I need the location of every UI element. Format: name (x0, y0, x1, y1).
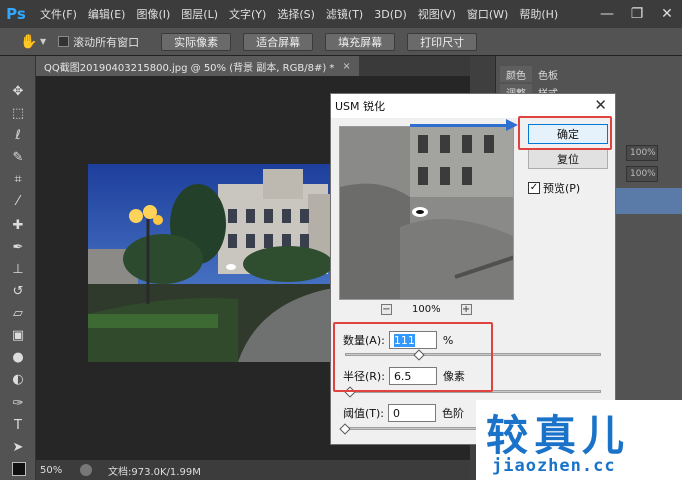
print-size-button[interactable]: 打印尺寸 (407, 32, 478, 51)
fit-screen-button[interactable]: 适合屏幕 (243, 32, 314, 51)
panel-tab-color[interactable]: 颜色 (500, 66, 532, 82)
threshold-unit: 色阶 (442, 407, 465, 420)
hand-icon[interactable]: ✋ (20, 34, 38, 50)
brush-tool-icon[interactable]: ✒ (8, 238, 28, 256)
close-icon[interactable]: × (342, 61, 350, 72)
menu-3d[interactable]: 3D(D) (374, 8, 407, 21)
fill-field[interactable]: 100% (626, 166, 658, 182)
preview-checkbox-row[interactable]: ✓ 预览(P) (528, 180, 580, 196)
threshold-row: 阈值(T): 0 色阶 (343, 404, 464, 422)
clone-stamp-tool-icon[interactable]: ⊥ (8, 260, 28, 278)
lasso-tool-icon[interactable]: ℓ (8, 126, 28, 144)
quick-select-tool-icon[interactable]: ✎ (8, 148, 28, 166)
document-tab-title: QQ截图20190403215800.jpg @ 50% (背景 副本, RGB… (44, 62, 335, 74)
filter-preview[interactable] (339, 126, 514, 300)
opacity-field[interactable]: 100% (626, 145, 658, 161)
menu-help[interactable]: 帮助(H) (519, 6, 558, 22)
preview-zoom-level: 100% (412, 304, 441, 315)
arrow-head-icon (506, 119, 518, 131)
marquee-tool-icon[interactable]: ⬚ (8, 104, 28, 122)
restore-button[interactable]: ❐ (622, 0, 652, 28)
menu-image[interactable]: 图像(I) (136, 6, 170, 22)
window-controls: — ❐ ✕ (592, 0, 682, 28)
zoom-level[interactable]: 50% (40, 465, 80, 476)
zoom-out-button[interactable]: − (381, 304, 392, 315)
annotation-arrow (410, 124, 510, 127)
preview-zoom-controls: − 100% + (381, 304, 472, 315)
healing-brush-tool-icon[interactable]: ✚ (8, 216, 28, 234)
zoom-in-button[interactable]: + (460, 304, 472, 315)
minimize-button[interactable]: — (592, 0, 622, 28)
photoshop-logo: Ps (6, 5, 26, 23)
status-info-icon[interactable] (80, 464, 92, 476)
dialog-title-bar: USM 锐化 ✕ (331, 94, 615, 118)
document-tab-bar: QQ截图20190403215800.jpg @ 50% (背景 副本, RGB… (36, 56, 470, 76)
history-brush-tool-icon[interactable]: ↺ (8, 282, 28, 300)
threshold-slider-thumb[interactable] (339, 423, 351, 435)
scroll-all-windows-checkbox[interactable] (58, 36, 70, 47)
ok-highlight-box (518, 116, 612, 150)
options-bar: ✋ ▼ 滚动所有窗口 实际像素 适合屏幕 填充屏幕 打印尺寸 (0, 28, 682, 56)
menu-file[interactable]: 文件(F) (40, 6, 77, 22)
reset-button[interactable]: 复位 (528, 149, 608, 169)
watermark-url: jiaozhen.cc (492, 456, 616, 476)
menu-window[interactable]: 窗口(W) (467, 6, 508, 22)
menu-bar: Ps 文件(F) 编辑(E) 图像(I) 图层(L) 文字(Y) 选择(S) 滤… (0, 0, 682, 28)
blur-tool-icon[interactable]: ● (8, 348, 28, 366)
menu-filter[interactable]: 滤镜(T) (326, 6, 363, 22)
status-bar: 50% 文档:973.0K/1.99M (36, 460, 470, 480)
close-window-button[interactable]: ✕ (652, 0, 682, 28)
pen-tool-icon[interactable]: ✑ (8, 394, 28, 412)
gradient-tool-icon[interactable]: ▣ (8, 326, 28, 344)
move-tool-icon[interactable]: ✥ (8, 82, 28, 100)
type-tool-icon[interactable]: T (8, 416, 28, 434)
foreground-color-swatch[interactable] (12, 462, 26, 476)
threshold-value: 0 (393, 406, 401, 420)
chevron-down-icon[interactable]: ▼ (40, 37, 46, 46)
eraser-tool-icon[interactable]: ▱ (8, 304, 28, 322)
panel-tab-swatches[interactable]: 色板 (532, 66, 564, 82)
threshold-label: 阈值(T): (343, 407, 385, 420)
dialog-title: USM 锐化 (335, 100, 386, 113)
path-selection-tool-icon[interactable]: ➤ (8, 438, 28, 456)
close-icon[interactable]: ✕ (594, 96, 607, 114)
threshold-input[interactable]: 0 (388, 404, 437, 422)
preview-label: 预览(P) (543, 182, 581, 195)
menu-edit[interactable]: 编辑(E) (88, 6, 126, 22)
tools-panel: ✥ ⬚ ℓ ✎ ⌗ ⁄ ✚ ✒ ⊥ ↺ ▱ ▣ ● ◐ ✑ T ➤ ▭ (0, 56, 36, 480)
eyedropper-tool-icon[interactable]: ⁄ (8, 192, 28, 210)
settings-highlight-box (333, 322, 493, 392)
scroll-all-windows-label: 滚动所有窗口 (73, 35, 140, 49)
dodge-tool-icon[interactable]: ◐ (8, 370, 28, 388)
preview-checkbox[interactable]: ✓ (528, 182, 540, 194)
actual-pixels-button[interactable]: 实际像素 (161, 32, 232, 51)
watermark-title: 较真儿 (486, 411, 631, 460)
menu-type[interactable]: 文字(Y) (229, 6, 266, 22)
menu-select[interactable]: 选择(S) (277, 6, 315, 22)
menu-view[interactable]: 视图(V) (418, 6, 456, 22)
fill-screen-button[interactable]: 填充屏幕 (325, 32, 396, 51)
menu-layer[interactable]: 图层(L) (181, 6, 218, 22)
watermark: 较真儿 jiaozhen.cc (476, 400, 682, 480)
crop-tool-icon[interactable]: ⌗ (8, 170, 28, 188)
document-tab[interactable]: QQ截图20190403215800.jpg @ 50% (背景 副本, RGB… (36, 56, 359, 76)
document-info: 文档:973.0K/1.99M (108, 466, 201, 478)
